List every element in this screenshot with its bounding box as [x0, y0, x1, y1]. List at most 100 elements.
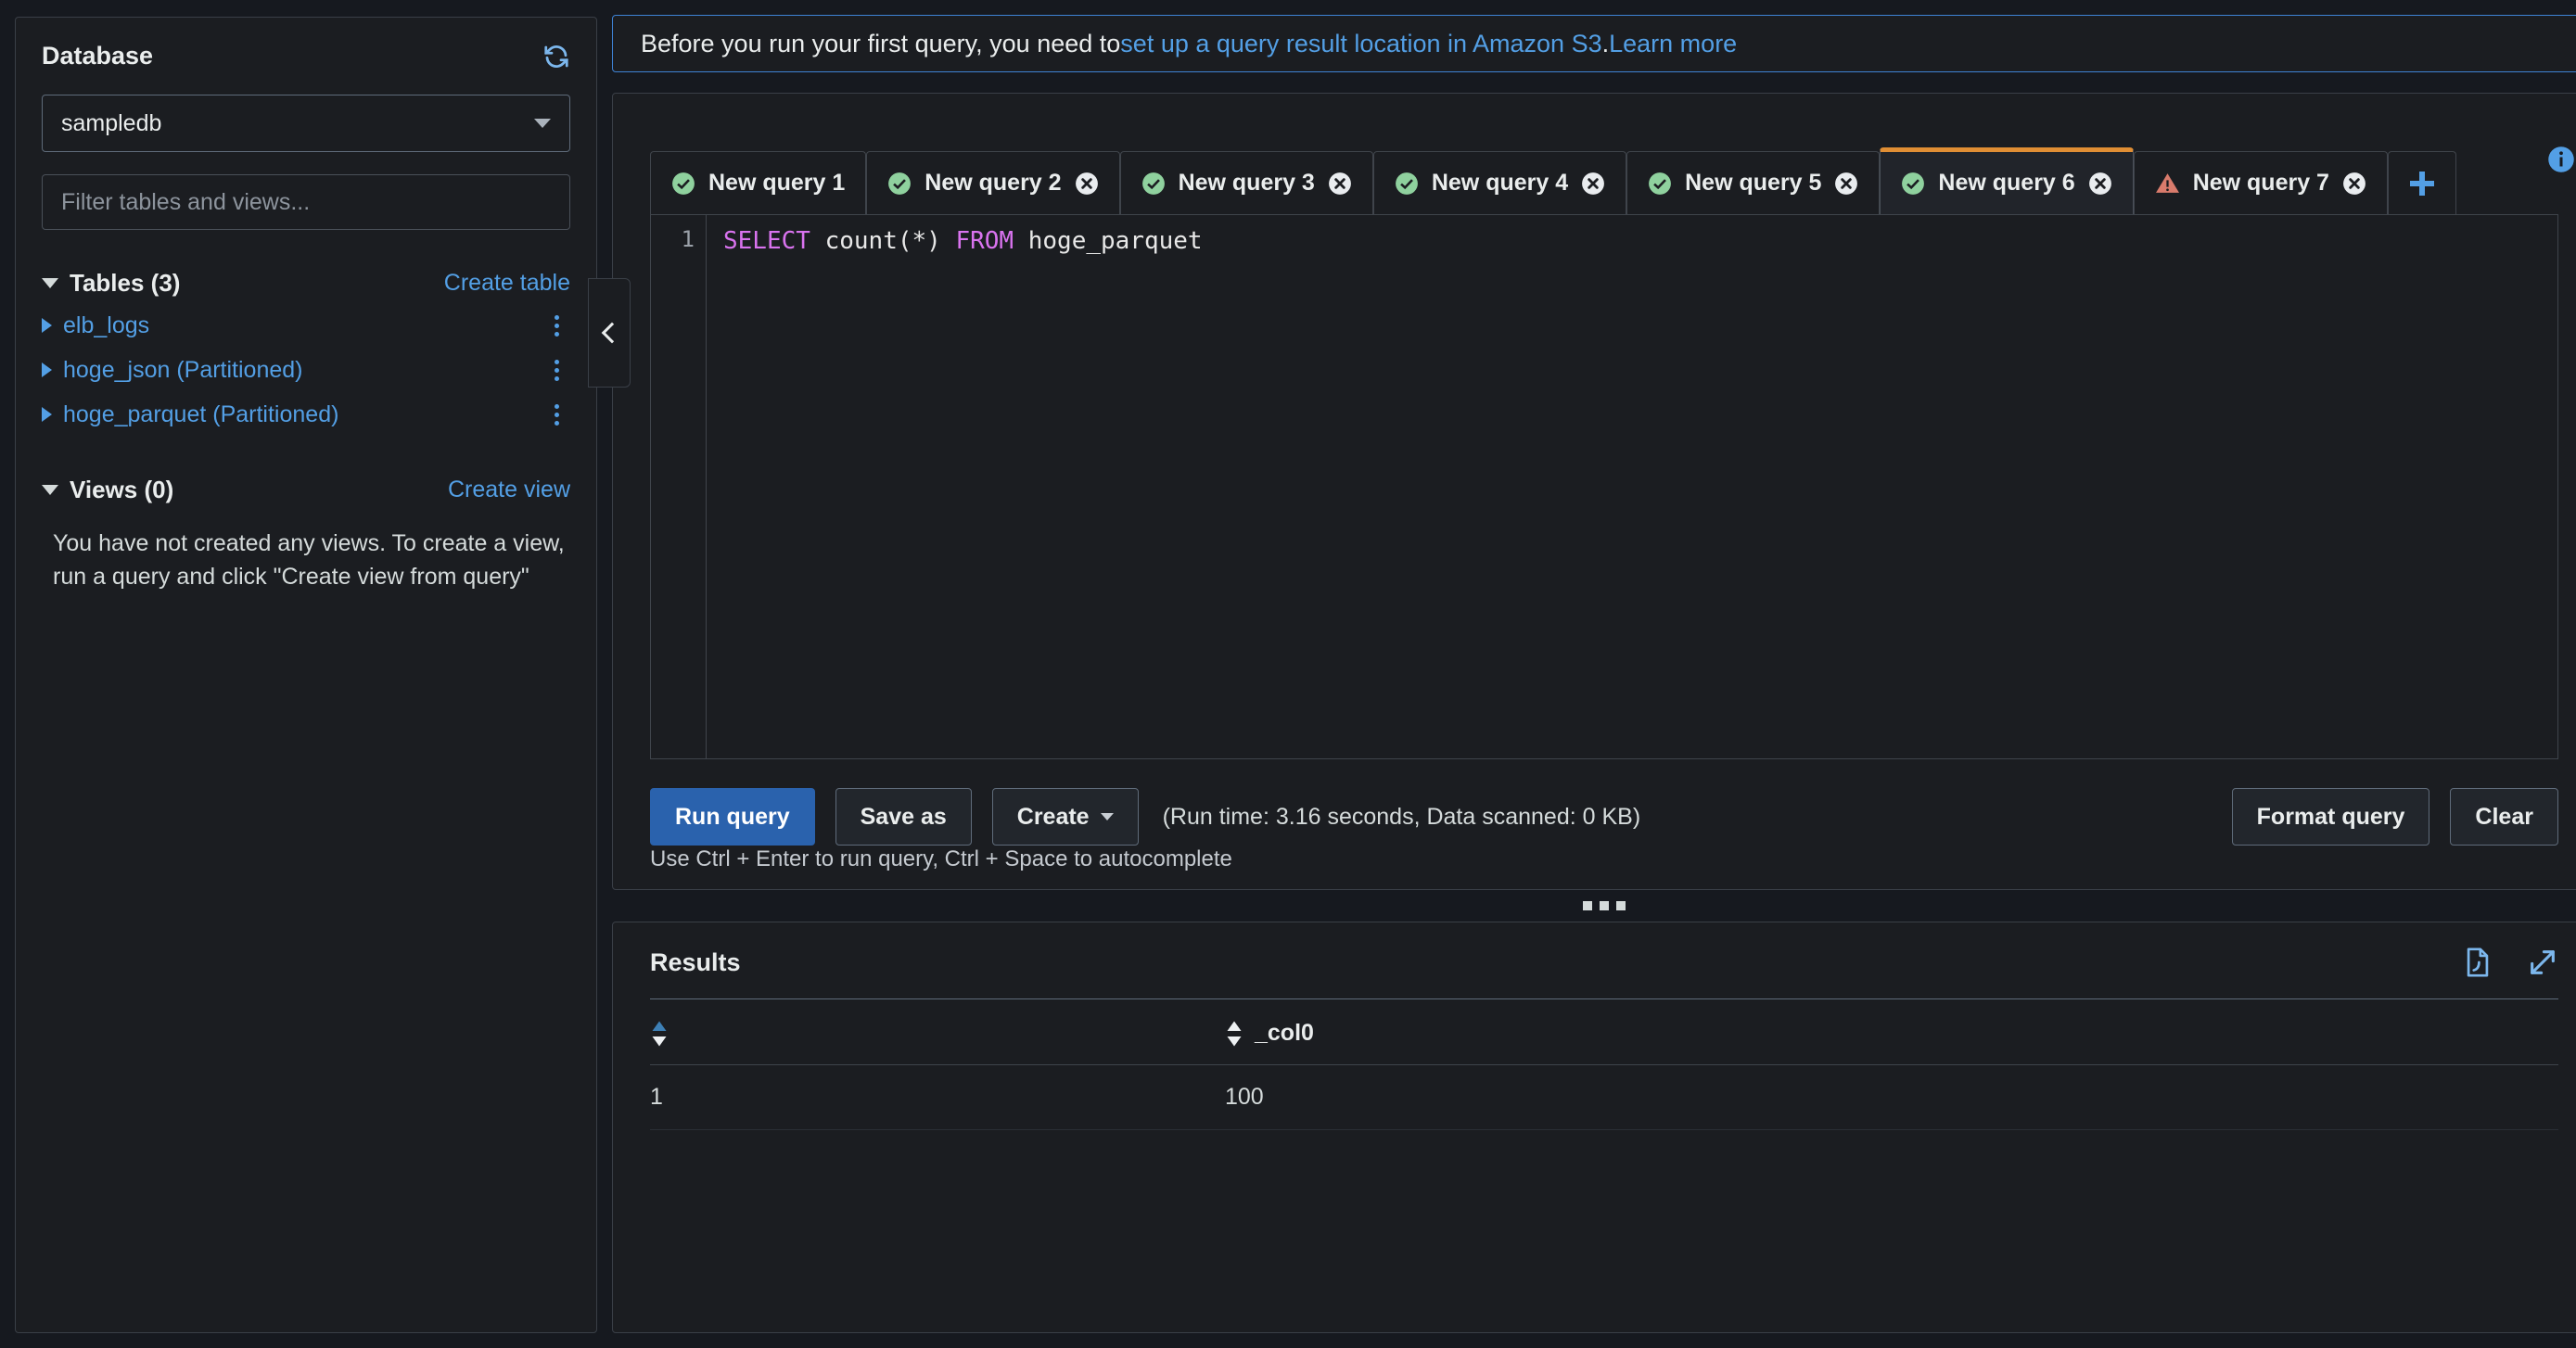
create-button-label: Create [1016, 803, 1090, 830]
banner-learn-more-link[interactable]: Learn more [1609, 30, 1737, 58]
create-button[interactable]: Create [991, 788, 1139, 846]
chevron-down-icon[interactable] [42, 485, 58, 495]
tab-new-query-4[interactable]: New query 4 [1372, 151, 1627, 214]
tab-new-query-1[interactable]: New query 1 [650, 151, 867, 214]
table-row: 1 100 [650, 1064, 2558, 1130]
chevron-right-icon[interactable] [42, 362, 52, 377]
tab-label: New query 4 [1431, 170, 1569, 196]
tab-new-query-6[interactable]: New query 6 [1880, 147, 2134, 214]
banner-setup-link[interactable]: set up a query result location in Amazon… [1120, 30, 1601, 58]
database-select-value: sampledb [61, 109, 162, 136]
banner-separator: . [1601, 29, 1610, 57]
query-editor-panel: New query 1 New query 2 New query 3 New … [612, 93, 2576, 890]
close-icon[interactable] [1075, 172, 1099, 196]
cell-col0: 100 [1225, 1064, 2558, 1130]
cell-row-index: 1 [650, 1064, 1225, 1130]
sidebar-title: Database [42, 42, 154, 70]
create-table-link[interactable]: Create table [444, 270, 570, 297]
refresh-icon[interactable] [542, 43, 570, 70]
download-file-icon[interactable] [2462, 947, 2493, 978]
close-icon[interactable] [1328, 172, 1352, 196]
plus-icon [2409, 171, 2434, 196]
table-list-item[interactable]: hoge_parquet (Partitioned) [42, 392, 570, 437]
info-icon[interactable] [2547, 146, 2575, 173]
clear-button[interactable]: Clear [2450, 788, 2558, 846]
status-ok-icon [1901, 172, 1925, 196]
sql-keyword: SELECT [723, 227, 810, 255]
views-section-header: Views (0) Create view [42, 476, 570, 504]
table-header-row: _col0 [650, 1002, 2558, 1065]
tab-new-query-3[interactable]: New query 3 [1119, 151, 1373, 214]
create-view-link[interactable]: Create view [448, 477, 570, 503]
status-ok-icon [1395, 172, 1419, 196]
status-ok-icon [1648, 172, 1672, 196]
s3-setup-banner: Before you run your first query, you nee… [612, 15, 2576, 72]
panel-resize-handle[interactable] [612, 890, 2576, 922]
table-options-icon[interactable] [543, 399, 570, 431]
table-name[interactable]: hoge_parquet (Partitioned) [63, 401, 338, 428]
chevron-down-icon[interactable] [42, 278, 58, 288]
filter-tables-input[interactable] [42, 174, 570, 230]
keyboard-hint: Use Ctrl + Enter to run query, Ctrl + Sp… [650, 846, 1232, 871]
line-number-gutter: 1 [651, 215, 707, 758]
tables-section-title: Tables (3) [70, 269, 181, 297]
query-stats: (Run time: 3.16 seconds, Data scanned: 0… [1162, 803, 1641, 830]
sql-keyword: FROM [955, 227, 1014, 255]
add-query-tab-button[interactable] [2387, 151, 2456, 214]
sql-editor[interactable]: 1 SELECT count(*) FROM hoge_parquet [650, 214, 2558, 759]
status-warning-icon [2155, 172, 2180, 195]
tab-new-query-7[interactable]: New query 7 [2133, 151, 2388, 214]
tab-label: New query 1 [708, 170, 846, 196]
status-ok-icon [671, 172, 695, 196]
status-ok-icon [1141, 172, 1166, 196]
tables-section-header: Tables (3) Create table [42, 269, 570, 298]
views-empty-message: You have not created any views. To creat… [53, 530, 565, 591]
sql-text: count(*) [810, 227, 956, 255]
chevron-down-icon [1100, 813, 1114, 820]
sidebar-header: Database [42, 42, 570, 70]
views-section-title: Views (0) [70, 476, 174, 503]
run-query-button[interactable]: Run query [650, 788, 815, 846]
chevron-down-icon [534, 119, 551, 128]
table-list-item[interactable]: hoge_json (Partitioned) [42, 348, 570, 392]
tab-label: New query 3 [1178, 170, 1315, 196]
tab-label: New query 5 [1685, 170, 1822, 196]
table-options-icon[interactable] [543, 310, 570, 342]
table-options-icon[interactable] [543, 354, 570, 387]
sort-ascending-icon [650, 1020, 669, 1048]
chevron-right-icon[interactable] [42, 318, 52, 333]
expand-icon[interactable] [2527, 947, 2558, 978]
table-name[interactable]: hoge_json (Partitioned) [63, 357, 303, 384]
chevron-right-icon[interactable] [42, 407, 52, 422]
collapse-sidebar-button[interactable] [588, 278, 631, 388]
banner-text: Before you run your first query, you nee… [641, 29, 1121, 57]
tab-label: New query 7 [2192, 170, 2329, 196]
database-select[interactable]: sampledb [42, 95, 570, 152]
query-tabs: New query 1 New query 2 New query 3 New … [650, 147, 2558, 214]
results-actions [2462, 947, 2558, 978]
status-ok-icon [887, 172, 912, 196]
close-icon[interactable] [1834, 172, 1858, 196]
results-table: _col0 1 100 [650, 998, 2558, 1130]
main-content: Before you run your first query, you nee… [588, 0, 2576, 1348]
tab-label: New query 6 [1938, 170, 2075, 196]
chevron-left-icon [601, 322, 622, 344]
sql-code[interactable]: SELECT count(*) FROM hoge_parquet [707, 215, 2557, 758]
close-icon[interactable] [2088, 172, 2112, 196]
close-icon[interactable] [2342, 172, 2366, 196]
database-sidebar: Database sampledb Table [0, 0, 612, 1348]
tab-new-query-5[interactable]: New query 5 [1626, 151, 1881, 214]
table-name[interactable]: elb_logs [63, 312, 149, 339]
results-header: Results [650, 947, 2558, 978]
table-list-item[interactable]: elb_logs [42, 303, 570, 348]
format-query-button[interactable]: Format query [2231, 788, 2430, 846]
close-icon[interactable] [1581, 172, 1605, 196]
column-header-index[interactable] [650, 1002, 1225, 1065]
results-panel: Results _col0 1 100 [612, 922, 2576, 1333]
tab-new-query-2[interactable]: New query 2 [866, 151, 1120, 214]
athena-query-editor: Database sampledb Table [0, 0, 2576, 1348]
sort-icon [1225, 1020, 1243, 1048]
save-as-button[interactable]: Save as [835, 788, 972, 846]
sidebar-panel: Database sampledb Table [15, 17, 597, 1333]
column-header-col0[interactable]: _col0 [1225, 1002, 2558, 1065]
